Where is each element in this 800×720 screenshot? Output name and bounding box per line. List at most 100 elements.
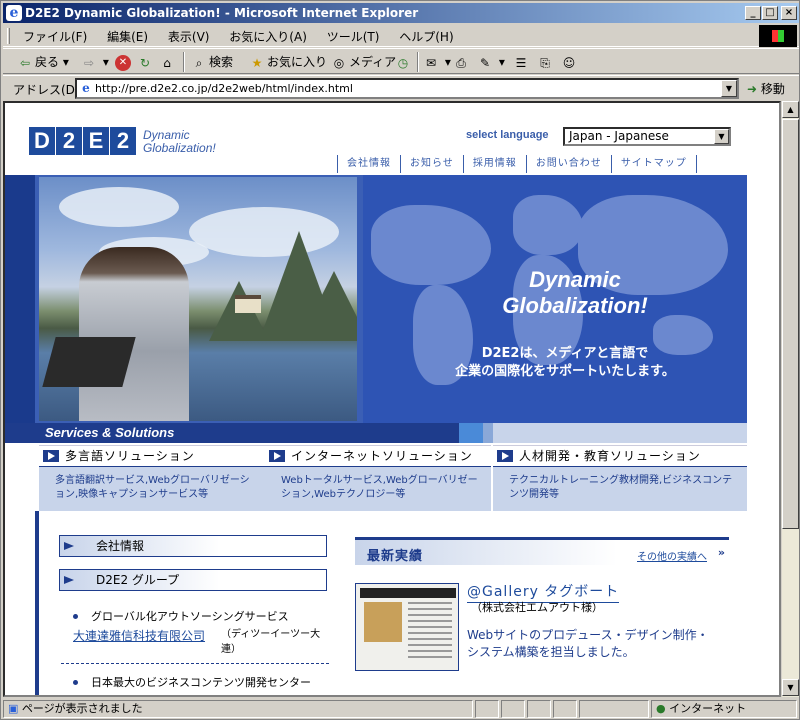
- group-item-caption: グローバル化アウトソーシングサービス: [91, 610, 289, 623]
- mail-icon: ✉: [425, 55, 437, 70]
- stop-button[interactable]: ✕: [115, 52, 133, 72]
- status-zone: ● インターネット: [651, 700, 797, 718]
- thumbnail-text: [408, 602, 452, 662]
- menu-view[interactable]: 表示(V): [160, 25, 218, 48]
- history-button[interactable]: ◷: [395, 52, 413, 72]
- menu-help[interactable]: ヘルプ(H): [391, 25, 461, 48]
- language-select[interactable]: Japan - Japanese ▼: [563, 127, 731, 146]
- divider: [61, 663, 329, 664]
- address-dropdown-button[interactable]: ▼: [721, 80, 737, 97]
- vertical-scrollbar[interactable]: ▲ ▼: [781, 101, 799, 697]
- hero-headline-line1: Dynamic: [529, 267, 621, 292]
- forward-button[interactable]: ⇨ ▾: [81, 52, 109, 72]
- service-title[interactable]: インターネットソリューション: [265, 445, 491, 467]
- menu-grip: [7, 28, 10, 44]
- site-logo[interactable]: D2E2 Dynamic Globalization!: [29, 127, 216, 157]
- logo-tagline-line2: Globalization!: [143, 141, 216, 155]
- page-icon: e: [82, 81, 90, 95]
- bullet-icon: [73, 680, 78, 685]
- home-button[interactable]: ⌂: [159, 52, 177, 72]
- mail-button[interactable]: ✉ ▾: [423, 52, 451, 72]
- favorites-icon: ★: [251, 55, 263, 70]
- hero-banner: Dynamic Globalization! D2E2は、メディアと言語で 企業…: [5, 175, 747, 423]
- go-button[interactable]: ➜ 移動: [747, 80, 785, 97]
- side-button-company[interactable]: 会社情報: [59, 535, 327, 557]
- maximize-button[interactable]: □: [762, 6, 778, 20]
- language-value: Japan - Japanese: [569, 129, 669, 143]
- back-button[interactable]: ⇦ 戻る ▾: [17, 52, 69, 72]
- group-item-link[interactable]: 大連達雅信科技有限公司: [73, 627, 205, 644]
- hero-subtext: D2E2は、メディアと言語で 企業の国際化をサポートいたします。: [405, 345, 725, 381]
- logo-letter: D: [29, 127, 55, 155]
- history-icon: ◷: [397, 55, 409, 70]
- address-url: http://pre.d2e2.co.jp/d2e2web/html/index…: [95, 82, 353, 95]
- service-training[interactable]: 人材開発・教育ソリューション テクニカルトレーニング教材開発,ビジネスコンテンツ…: [493, 445, 747, 511]
- menu-file[interactable]: ファイル(F): [15, 25, 95, 48]
- scroll-up-button[interactable]: ▲: [782, 101, 799, 118]
- group-item: 日本最大のビジネスコンテンツ開発センター: [73, 675, 311, 690]
- research-button[interactable]: ⎘: [537, 52, 555, 72]
- menu-tools[interactable]: ツール(T): [319, 25, 388, 48]
- recent-works-title: 最新実績: [367, 549, 424, 564]
- back-label: 戻る: [35, 55, 60, 69]
- scroll-down-button[interactable]: ▼: [782, 679, 799, 696]
- edit-button[interactable]: ✎ ▾: [477, 52, 505, 72]
- status-page-icon: ▣: [8, 702, 19, 715]
- print-button[interactable]: ⎙: [453, 52, 471, 72]
- address-bar: アドレス(D) e http://pre.d2e2.co.jp/d2e2web/…: [3, 75, 799, 100]
- nav-contact[interactable]: お問い合わせ: [525, 155, 611, 173]
- service-desc: テクニカルトレーニング教材開発,ビジネスコンテンツ開発等: [493, 467, 747, 511]
- nav-news[interactable]: お知らせ: [400, 155, 463, 173]
- stop-icon: ✕: [115, 54, 131, 71]
- status-bar: ▣ ページが表示されました ● インターネット: [3, 698, 799, 719]
- service-internet[interactable]: インターネットソリューション Webトータルサービス,Webグローバリゼーション…: [265, 445, 491, 511]
- media-button[interactable]: ◎ メディア: [331, 52, 396, 72]
- service-multilingual[interactable]: 多言語ソリューション 多言語翻訳サービス,Webグローバリゼーション,映像キャプ…: [39, 445, 265, 511]
- services-bar-accent: [459, 423, 483, 443]
- service-desc: 多言語翻訳サービス,Webグローバリゼーション,映像キャプションサービス等: [39, 467, 265, 511]
- service-title[interactable]: 多言語ソリューション: [39, 445, 265, 467]
- standard-toolbar: ⇦ 戻る ▾ ⇨ ▾ ✕ ↻ ⌂ ⌕ 検索 ★ お気に入り ◎ メディア ◷ ✉ ▾ ⎙…: [3, 48, 799, 74]
- services-bar-accent: [493, 423, 747, 443]
- browser-window: e D2E2 Dynamic Globalization! - Microsof…: [0, 0, 800, 720]
- media-label: メディア: [349, 55, 397, 69]
- discuss-icon: ☰: [515, 55, 527, 70]
- nav-sitemap[interactable]: サイトマップ: [610, 155, 697, 173]
- refresh-button[interactable]: ↻: [137, 52, 155, 72]
- messenger-button[interactable]: ☺: [561, 52, 579, 72]
- page-viewport: D2E2 Dynamic Globalization! select langu…: [3, 101, 781, 697]
- address-input[interactable]: e http://pre.d2e2.co.jp/d2e2web/html/ind…: [75, 78, 739, 99]
- status-cell: [501, 700, 525, 718]
- nav-company[interactable]: 会社情報: [337, 155, 400, 173]
- title-bar: e D2E2 Dynamic Globalization! - Microsof…: [3, 3, 799, 23]
- discuss-button[interactable]: ☰: [513, 52, 531, 72]
- gallery-client: （株式会社エムアウト様）: [471, 601, 603, 614]
- bullet-icon: [73, 614, 78, 619]
- more-arrow-icon[interactable]: »: [718, 546, 725, 559]
- nav-recruit[interactable]: 採用情報: [462, 155, 526, 173]
- side-button-group[interactable]: D2E2 グループ: [59, 569, 327, 591]
- cloud: [59, 187, 179, 227]
- menu-edit[interactable]: 編集(E): [99, 25, 156, 48]
- window-title: D2E2 Dynamic Globalization! - Microsoft …: [25, 6, 419, 20]
- service-title[interactable]: 人材開発・教育ソリューション: [493, 445, 747, 467]
- print-icon: ⎙: [456, 55, 466, 70]
- gallery-thumbnail[interactable]: [355, 583, 459, 671]
- minimize-button[interactable]: _: [745, 6, 761, 20]
- search-button[interactable]: ⌕ 検索: [191, 52, 233, 72]
- close-button[interactable]: ×: [781, 6, 797, 20]
- group-item-note: （ディツーイーツー大連）: [221, 629, 321, 655]
- map-land: [513, 195, 583, 255]
- scroll-thumb[interactable]: [782, 119, 799, 529]
- more-works-link[interactable]: その他の実績へ: [637, 548, 707, 563]
- messenger-icon: ☺: [562, 55, 576, 70]
- favorites-button[interactable]: ★ お気に入り: [249, 52, 327, 72]
- group-item-caption: 日本最大のビジネスコンテンツ開発センター: [91, 676, 311, 689]
- menu-favorites[interactable]: お気に入り(A): [221, 25, 315, 48]
- group-item-link-text[interactable]: 大連達雅信科技有限公司: [73, 629, 205, 643]
- search-icon: ⌕: [195, 55, 203, 70]
- address-label: アドレス(D): [13, 83, 80, 97]
- web-page: D2E2 Dynamic Globalization! select langu…: [5, 103, 779, 695]
- research-icon: ⎘: [540, 55, 550, 70]
- toolbar-separator: [183, 52, 185, 72]
